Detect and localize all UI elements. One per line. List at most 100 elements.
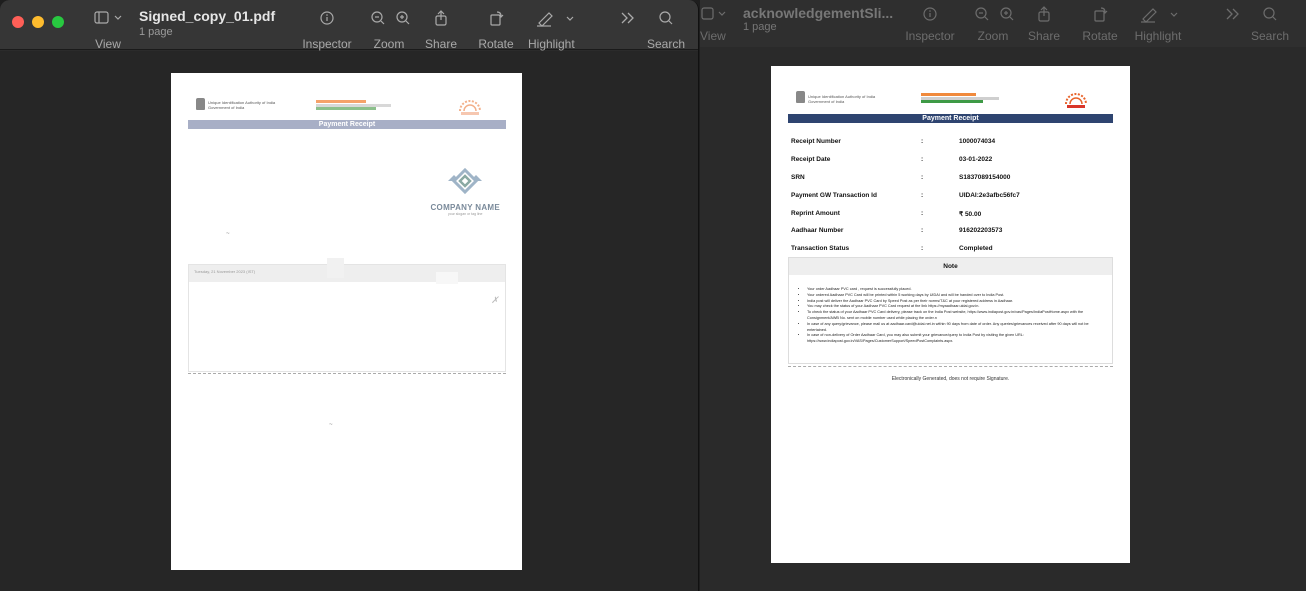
zoom-label: Zoom: [977, 29, 1009, 43]
row-value: S1837089154000: [959, 174, 1011, 181]
inspector-label: Inspector: [905, 29, 955, 43]
share-button[interactable]: Share: [1027, 5, 1061, 43]
toolbar: View Signed_copy_01.pdf 1 page Inspector: [0, 0, 698, 51]
minimize-button[interactable]: [32, 16, 44, 28]
flag-stripe-green: [921, 100, 983, 103]
row-value: 03-01-2022: [959, 156, 993, 163]
row-value: ₹ 50.00: [959, 211, 982, 218]
row-key: Reprint Amount: [791, 210, 840, 217]
row-sep: :: [921, 138, 924, 145]
company-tagline: your slogan or tag line: [448, 212, 483, 216]
double-chevron-icon: [1226, 8, 1239, 20]
flag-stripe-saffron: [316, 100, 366, 103]
share-icon: [1038, 6, 1050, 22]
document-title: acknowledgementSli...: [743, 5, 894, 21]
rotate-button[interactable]: Rotate: [1082, 5, 1118, 43]
share-label: Share: [424, 37, 458, 51]
row-sep: :: [921, 227, 924, 234]
govt-name: Government of India: [208, 105, 245, 110]
maximize-button[interactable]: [52, 16, 64, 28]
toolbar: View acknowledgementSli... 1 page Inspec…: [700, 0, 1306, 50]
view-label: View: [95, 37, 121, 51]
authority-header: Unique Identification Authority of India…: [808, 94, 875, 104]
info-icon: [923, 7, 937, 21]
row-value: Completed: [959, 245, 993, 252]
rotate-label: Rotate: [1082, 29, 1118, 43]
signature-mark: ✗: [491, 295, 499, 305]
emblem-icon: [796, 91, 805, 103]
info-icon: [320, 11, 334, 25]
rotate-label: Rotate: [478, 37, 514, 51]
divider-line: [188, 373, 506, 374]
row-value: UIDAI:2e3afbc56fc7: [959, 192, 1020, 199]
note-item: In case of any query/grievance, please m…: [807, 322, 1106, 334]
search-label: Search: [1250, 29, 1290, 43]
note-box: Note Your order Aadhaar PVC card , reque…: [788, 257, 1113, 364]
row-key: Aadhaar Number: [791, 227, 844, 234]
more-tools-button[interactable]: [1221, 5, 1245, 23]
rotate-icon: [1094, 7, 1108, 22]
inspector-button[interactable]: Inspector: [905, 5, 955, 43]
highlight-label: Highlight: [1134, 29, 1182, 43]
row-sep: :: [921, 174, 924, 181]
signature-mark: ~: [226, 231, 230, 237]
pdf-page: Unique Identification Authority of India…: [771, 66, 1130, 563]
row-sep: :: [921, 210, 924, 217]
note-list: Your order Aadhaar PVC card , request is…: [789, 275, 1112, 345]
zoom-control[interactable]: Zoom: [968, 5, 1018, 43]
inspector-button[interactable]: Inspector: [302, 9, 352, 51]
flag-stripe-green: [316, 107, 376, 110]
row-key: Payment GW Transaction Id: [791, 192, 877, 199]
view-label: View: [700, 29, 726, 43]
preview-window-signed: View Signed_copy_01.pdf 1 page Inspector: [0, 0, 699, 591]
row-sep: :: [921, 192, 924, 199]
emblem-icon: [196, 98, 205, 110]
aadhaar-logo-icon: [459, 100, 481, 115]
highlighter-icon: [1141, 8, 1178, 23]
share-label: Share: [1027, 29, 1061, 43]
more-tools-button[interactable]: [616, 9, 640, 27]
row-key: SRN: [791, 174, 805, 181]
search-button[interactable]: Search: [646, 9, 686, 51]
search-label: Search: [646, 37, 686, 51]
divider-line: [788, 366, 1113, 367]
footer-note: Electronically Generated, does not requi…: [891, 376, 1010, 382]
share-button[interactable]: Share: [424, 9, 458, 51]
sidebar-icon: [701, 7, 726, 20]
close-button[interactable]: [12, 16, 24, 28]
search-button[interactable]: Search: [1250, 5, 1290, 43]
highlight-button[interactable]: Highlight: [528, 9, 580, 51]
document-canvas[interactable]: Unique Identification Authority of India…: [700, 47, 1306, 591]
govt-name: Government of India: [808, 99, 845, 104]
pdf-page: Unique Identification Authority of India…: [171, 73, 522, 570]
signature-stamp: [436, 272, 458, 284]
document-canvas[interactable]: Unique Identification Authority of India…: [0, 51, 698, 591]
view-button[interactable]: View: [700, 5, 730, 43]
view-button[interactable]: View: [91, 9, 125, 51]
note-item: To check the status of your Aadhaar PVC …: [807, 310, 1106, 322]
page-count: 1 page: [139, 26, 173, 38]
share-icon: [435, 10, 447, 26]
row-key: Transaction Status: [791, 245, 850, 252]
receipt-title-bar: Payment Receipt: [788, 114, 1113, 123]
company-logo: COMPANY NAME your slogan or tag line: [430, 164, 500, 216]
row-value: 1000074034: [959, 138, 996, 145]
search-icon: [1263, 7, 1277, 21]
note-item: In case of non-delivery of Order Aadhaar…: [807, 333, 1106, 345]
row-sep: :: [921, 245, 924, 252]
signature-stamp: [327, 258, 344, 278]
highlight-button[interactable]: Highlight: [1132, 5, 1184, 43]
row-sep: :: [921, 156, 924, 163]
receipt-title-bar: Payment Receipt: [188, 120, 506, 129]
search-icon: [659, 11, 673, 25]
row-value: 916202203573: [959, 227, 1003, 234]
signature-mark: ~: [329, 422, 333, 428]
rotate-button[interactable]: Rotate: [478, 9, 514, 51]
page-count: 1 page: [743, 21, 777, 33]
note-title: Note: [789, 258, 1112, 275]
highlighter-icon: [537, 12, 574, 27]
zoom-control[interactable]: Zoom: [364, 9, 414, 51]
company-mark-icon: [448, 167, 483, 195]
highlight-label: Highlight: [528, 37, 575, 51]
sidebar-icon: [94, 11, 122, 24]
